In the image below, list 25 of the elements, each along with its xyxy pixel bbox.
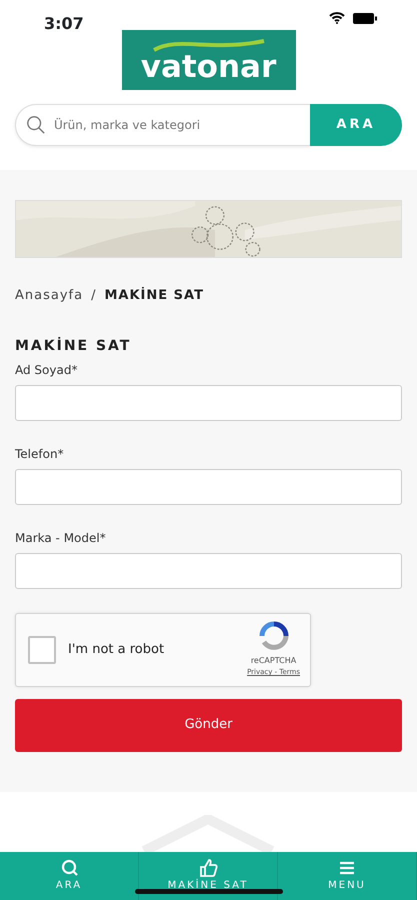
search-icon bbox=[26, 114, 46, 136]
input-field[interactable] bbox=[15, 384, 402, 420]
recaptcha-icon bbox=[258, 621, 289, 652]
field-label: Ad Soyad* bbox=[15, 362, 78, 378]
scroll-up-icon[interactable] bbox=[140, 815, 276, 852]
captcha-checkbox[interactable] bbox=[28, 636, 56, 664]
breadcrumb-separator: / bbox=[91, 287, 96, 305]
thumbs-up-icon bbox=[198, 858, 218, 878]
clock: 3:07 bbox=[44, 13, 84, 35]
input-field[interactable] bbox=[15, 468, 402, 504]
logo-text: vatonar bbox=[140, 52, 276, 82]
wifi-icon bbox=[329, 12, 345, 24]
captcha-brand: reCAPTCHA bbox=[250, 655, 296, 668]
breadcrumb-link[interactable]: Anasayfa bbox=[15, 286, 84, 306]
field-label: Telefon* bbox=[15, 446, 65, 462]
breadcrumb-current: MAKİNE SAT bbox=[104, 286, 204, 305]
captcha-label: I'm not a robot bbox=[68, 640, 166, 659]
submit-button[interactable]: Gönder bbox=[15, 698, 402, 752]
input-field[interactable] bbox=[15, 552, 402, 588]
battery-icon bbox=[353, 12, 377, 24]
search-field[interactable]: Ürün, marka ve kategori bbox=[15, 104, 310, 146]
field-label: Marka - Model* bbox=[15, 530, 107, 546]
search-icon bbox=[59, 858, 79, 878]
form-title: MAKİNE SAT bbox=[15, 336, 132, 356]
search-button[interactable]: ARA bbox=[310, 104, 402, 146]
